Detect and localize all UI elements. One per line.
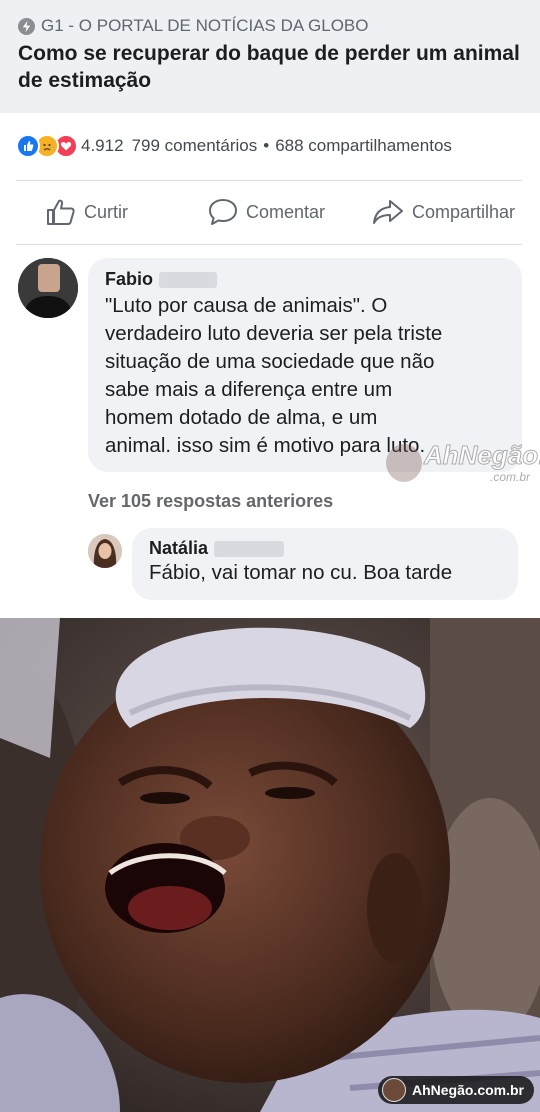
link-source: G1 - O PORTAL DE NOTÍCIAS DA GLOBO (41, 16, 369, 35)
reactions-summary[interactable]: 4.912 799 comentários • 688 compartilham… (16, 132, 452, 160)
reply-bubble: Natália Fábio, vai tomar no cu. Boa tard… (132, 528, 518, 600)
comment-line: sabe mais a diferença entre um (105, 378, 393, 401)
like-reaction-icon (16, 134, 40, 158)
share-label: Compartilhar (412, 201, 516, 222)
mascot-icon (381, 1078, 406, 1102)
comment-text: "Luto por causa de animais". O verdadeir… (105, 292, 506, 460)
reaction-icons (16, 134, 78, 158)
comment-button[interactable]: Comentar (208, 190, 325, 234)
globe-icon (18, 17, 35, 35)
avatar[interactable] (18, 258, 78, 318)
site-badge: AhNegão.com.br (377, 1076, 534, 1104)
comments-count[interactable]: 799 comentários (132, 136, 258, 156)
comment-icon (209, 199, 237, 225)
reply-author[interactable]: Natália (149, 538, 502, 559)
comment-line: "Luto por causa de animais". O (105, 294, 388, 317)
link-source-row: G1 - O PORTAL DE NOTÍCIAS DA GLOBO (18, 16, 524, 36)
article-title[interactable]: Como se recuperar do baque de perder um … (18, 40, 524, 94)
comment-line: homem dotado de alma, e um (105, 406, 378, 429)
view-previous-replies-link[interactable]: Ver 105 respostas anteriores (88, 491, 333, 512)
share-arrow-icon (373, 200, 403, 224)
mascot-icon (386, 444, 422, 482)
share-button[interactable]: Compartilhar (372, 190, 515, 234)
divider (16, 244, 522, 245)
comment-author[interactable]: Fabio (105, 269, 506, 290)
shares-count[interactable]: 688 compartilhamentos (275, 136, 452, 156)
profile-photo (18, 258, 78, 318)
comment-label: Comentar (246, 201, 326, 222)
site-badge-text: AhNegão.com.br (411, 1082, 524, 1098)
divider (16, 180, 522, 181)
post-actions: Curtir Comentar Compartilhar (0, 190, 540, 234)
meme-photo: AhNegão.com.br (0, 618, 540, 1112)
watermark-logo: AhNegão! .com.br (378, 440, 540, 490)
comment-line: verdadeiro luto deveria ser pela triste (105, 322, 443, 345)
link-preview-card[interactable]: G1 - O PORTAL DE NOTÍCIAS DA GLOBO Como … (0, 0, 540, 113)
thumbs-up-icon (47, 199, 75, 225)
watermark-brand: AhNegão! (424, 440, 540, 471)
redacted-surname (159, 271, 217, 288)
like-label: Curtir (84, 201, 128, 222)
watermark-domain: .com.br (490, 470, 531, 484)
redacted-surname (214, 540, 285, 557)
reply-text: Fábio, vai tomar no cu. Boa tarde (149, 561, 453, 584)
profile-photo (88, 534, 122, 568)
reactions-count[interactable]: 4.912 (81, 136, 124, 156)
separator-dot: • (263, 136, 270, 155)
laughing-man-image (0, 618, 540, 1112)
comment-line: situação de uma sociedade que não (105, 350, 435, 373)
avatar[interactable] (88, 534, 122, 568)
like-button[interactable]: Curtir (46, 190, 128, 234)
